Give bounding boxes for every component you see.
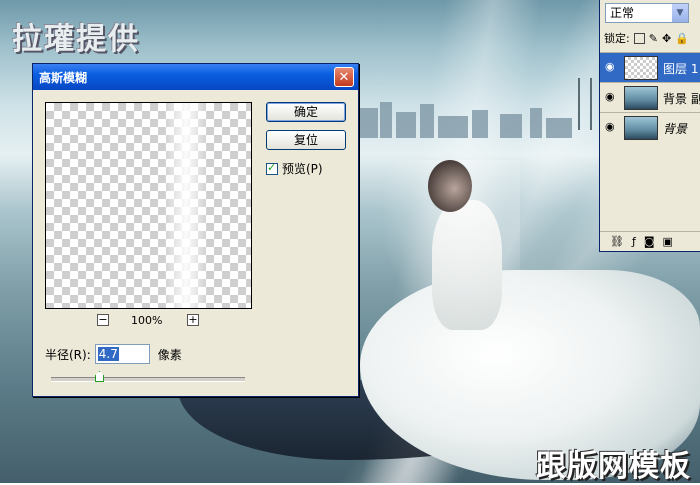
power-tower bbox=[578, 78, 592, 130]
layers-panel: 正常 ▼ 锁定: ✎ ✥ 🔒 ◉ 图层 1 ◉ 背景 副 ◉ 背景 ⛓ ƒ ◙ … bbox=[599, 0, 700, 252]
layer-thumbnail bbox=[624, 116, 658, 140]
zoom-out-button[interactable]: − bbox=[97, 314, 109, 326]
bride-head bbox=[428, 160, 472, 212]
preview-option[interactable]: 预览(P) bbox=[266, 160, 323, 177]
watermark-bottom: 跟版网模板 bbox=[536, 449, 691, 484]
layer-row[interactable]: ◉ 背景 副 bbox=[600, 82, 700, 112]
radius-slider-thumb[interactable] bbox=[95, 371, 104, 382]
radius-input[interactable]: 4.7 bbox=[94, 344, 150, 364]
layer-thumbnail bbox=[624, 56, 658, 80]
blend-mode-value: 正常 bbox=[610, 6, 635, 20]
lock-all-icon[interactable]: 🔒 bbox=[675, 32, 689, 45]
zoom-in-button[interactable]: + bbox=[187, 314, 199, 326]
eye-icon[interactable]: ◉ bbox=[605, 61, 617, 72]
lock-transparency-icon[interactable] bbox=[633, 32, 645, 44]
zoom-level: 100% bbox=[131, 314, 163, 327]
eye-icon[interactable]: ◉ bbox=[605, 91, 617, 102]
layer-row[interactable]: ◉ 图层 1 bbox=[600, 52, 700, 82]
preview-canvas[interactable] bbox=[45, 102, 252, 309]
minus-icon: − bbox=[98, 313, 108, 326]
dialog-titlebar[interactable]: 高斯模糊 ✕ bbox=[33, 64, 358, 90]
radius-row: 半径(R): 4.7 像素 bbox=[45, 344, 182, 364]
lock-row: 锁定: ✎ ✥ 🔒 bbox=[604, 30, 689, 46]
radius-value: 4.7 bbox=[97, 347, 119, 361]
lock-paint-icon[interactable]: ✎ bbox=[649, 32, 658, 45]
lock-move-icon[interactable]: ✥ bbox=[662, 32, 671, 45]
layer-style-icon[interactable]: ƒ bbox=[632, 235, 636, 248]
close-icon: ✕ bbox=[338, 70, 350, 85]
chevron-down-icon[interactable]: ▼ bbox=[672, 4, 688, 22]
mask-icon[interactable]: ◙ bbox=[644, 235, 655, 248]
preview-label: 预览(P) bbox=[282, 162, 323, 176]
gaussian-blur-dialog: 高斯模糊 ✕ − 100% + 确定 复位 预览(P) 半径(R): 4.7 像… bbox=[32, 63, 359, 397]
watermark-top: 拉瓘提供 bbox=[12, 22, 140, 57]
radius-label: 半径(R): bbox=[45, 347, 91, 362]
blend-mode-select[interactable]: 正常 ▼ bbox=[605, 3, 689, 23]
lock-label: 锁定: bbox=[604, 32, 630, 45]
layers-panel-footer: ⛓ ƒ ◙ ▣ bbox=[600, 231, 700, 251]
preview-glow bbox=[164, 103, 208, 308]
preview-checkbox[interactable] bbox=[266, 161, 278, 175]
layer-row[interactable]: ◉ 背景 bbox=[600, 112, 700, 142]
ok-button[interactable]: 确定 bbox=[266, 102, 346, 122]
plus-icon: + bbox=[188, 313, 198, 326]
link-icon[interactable]: ⛓ bbox=[610, 235, 624, 248]
close-button[interactable]: ✕ bbox=[334, 67, 354, 87]
layer-name: 背景 副 bbox=[663, 92, 700, 106]
layer-name: 背景 bbox=[663, 122, 688, 136]
eye-icon[interactable]: ◉ bbox=[605, 121, 617, 132]
radius-unit: 像素 bbox=[157, 347, 182, 362]
zoom-controls: − 100% + bbox=[45, 312, 252, 330]
layer-name: 图层 1 bbox=[663, 62, 699, 76]
radius-slider-track[interactable] bbox=[51, 377, 245, 382]
layer-thumbnail bbox=[624, 86, 658, 110]
new-layer-icon[interactable]: ▣ bbox=[663, 235, 673, 248]
dialog-title: 高斯模糊 bbox=[39, 70, 88, 85]
reset-button[interactable]: 复位 bbox=[266, 130, 346, 150]
